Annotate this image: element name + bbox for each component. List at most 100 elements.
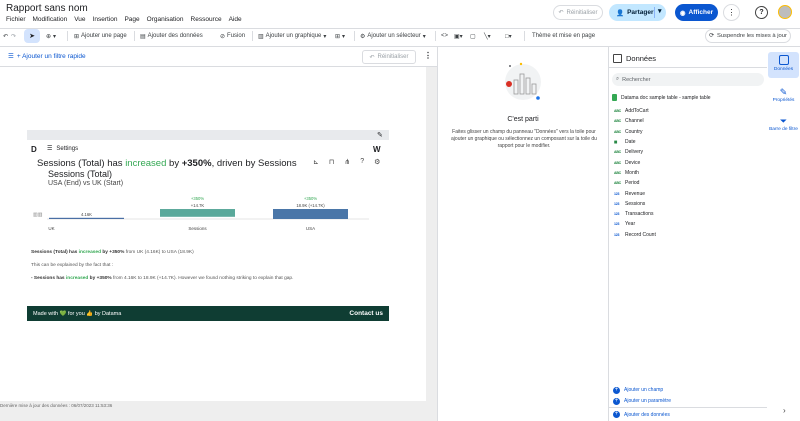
hierarchy-icon[interactable]: ⋔	[344, 158, 350, 166]
data-search-input[interactable]: ⌕ Rechercher	[612, 73, 764, 86]
field-item[interactable]: 123 Year	[614, 219, 656, 229]
filter-icon: ⏷	[779, 116, 788, 126]
add-filter-button[interactable]: ☰ + Ajouter un filtre rapide	[8, 52, 86, 61]
shape-icon[interactable]: □▾	[505, 28, 512, 44]
eye-icon: ◉	[679, 9, 686, 17]
select-tool-button[interactable]: ➤	[24, 29, 40, 43]
widget-header[interactable]	[27, 130, 389, 140]
sheets-icon	[612, 94, 617, 101]
theme-button[interactable]: Thème et mise en page	[532, 28, 595, 44]
field-item[interactable]: ABC Channel	[614, 116, 656, 126]
widget-subtitle: Sessions (Total)	[48, 169, 113, 179]
number-type-icon: 123	[614, 232, 620, 237]
sidebar-tab-data[interactable]: Données	[768, 52, 799, 78]
menu-insert[interactable]: Insertion	[93, 16, 118, 23]
settings-button[interactable]: ☰ Settings	[47, 145, 78, 153]
field-item[interactable]: 123 Transactions	[614, 209, 656, 219]
menu-edit[interactable]: Modification	[33, 16, 68, 23]
date-type-icon: ▦	[614, 140, 618, 145]
canvas-reset-button[interactable]: ↶ Réinitialiser	[362, 50, 416, 64]
sidebar-tab-properties[interactable]: ✎ Propriétés	[768, 85, 799, 109]
filter-icon: ☰	[8, 53, 14, 60]
percent-label: +350%	[191, 196, 204, 201]
undo-icon[interactable]: ↶	[3, 28, 8, 44]
more-options-icon[interactable]: ⋮	[424, 51, 432, 60]
avatar[interactable]	[778, 5, 792, 19]
text-type-icon: ABC	[614, 160, 621, 165]
help-icon[interactable]: ?	[755, 6, 768, 19]
menu-page[interactable]: Page	[124, 16, 139, 23]
bar-usa	[273, 209, 348, 219]
funnel-icon[interactable]: ⊓	[329, 158, 334, 166]
field-item[interactable]: ABC Device	[614, 157, 656, 167]
blend-button[interactable]: ⊘ Fusion	[220, 28, 245, 44]
gear-icon[interactable]: ⚙	[374, 158, 380, 166]
field-item[interactable]: ABC Month	[614, 168, 656, 178]
field-item[interactable]: 123 Record Count	[614, 230, 656, 240]
plus-icon: +	[613, 397, 620, 405]
field-item[interactable]: ABC Delivery	[614, 147, 656, 157]
image-icon[interactable]: ▣▾	[454, 28, 463, 44]
add-chart-button[interactable]: ▥ Ajouter un graphique ▾	[258, 28, 326, 44]
menu-help[interactable]: Aide	[229, 16, 242, 23]
field-item[interactable]: ▦ Date	[614, 137, 656, 147]
bar-uk	[49, 217, 124, 219]
sidebar-tab-filter-bar[interactable]: ⏷ Barre de filtre	[768, 114, 799, 140]
view-button[interactable]: ◉ Afficher	[675, 4, 718, 21]
line-icon[interactable]: ╲▾	[484, 28, 491, 44]
chart-type-icon[interactable]: ⊾	[313, 158, 319, 166]
zoom-button[interactable]: ⊕ ▾	[46, 28, 56, 44]
field-item[interactable]: ABC AddToCart	[614, 106, 656, 116]
help-icon[interactable]: ?	[360, 158, 364, 166]
edit-icon[interactable]: ✎	[377, 131, 383, 139]
explanation-detail: - Sessions has increased by +350% from 4…	[31, 276, 294, 281]
data-source[interactable]: Datama doc sample table - sample table	[612, 94, 711, 101]
datama-logo: D	[31, 145, 37, 154]
grid-plus-icon: ⊞	[335, 33, 341, 40]
chart-icon: ▥	[258, 33, 264, 40]
field-item[interactable]: ABC Period	[614, 178, 656, 188]
add-control-button[interactable]: ⚙ Ajouter un sélecteur ▾	[360, 28, 426, 44]
text-icon[interactable]: ▢	[470, 28, 476, 44]
explanation-intro: This can be explained by the fact that :	[31, 263, 114, 268]
field-item[interactable]: 123 Revenue	[614, 188, 656, 198]
field-item[interactable]: 123 Sessions	[614, 199, 656, 209]
redo-icon[interactable]: ↷	[11, 28, 16, 44]
data-table-icon	[778, 55, 789, 65]
menu-view[interactable]: Vue	[74, 16, 85, 23]
menu-file[interactable]: Fichier	[6, 16, 26, 23]
reset-button[interactable]: ↶ Réinitialiser	[553, 5, 603, 20]
pencil-icon: ✎	[779, 87, 788, 97]
add-data-button[interactable]: ▤ Ajouter des données	[140, 28, 203, 44]
data-label: +14.7K	[191, 203, 205, 208]
menu-resource[interactable]: Ressource	[191, 16, 222, 23]
more-options-button[interactable]: ⋮	[723, 4, 740, 21]
report-title[interactable]: Rapport sans nom	[6, 3, 88, 14]
suspend-updates-button[interactable]: ⟳ Suspendre les mises à jour	[705, 29, 791, 43]
chevron-down-icon: ▾	[422, 33, 426, 40]
text-type-icon: ABC	[614, 181, 621, 186]
data-panel-icon	[613, 54, 622, 63]
add-data-source-button[interactable]: + Ajouter des données	[613, 411, 670, 418]
embed-code-icon[interactable]: <>	[441, 28, 448, 44]
widget-icons: ⊾ ⊓ ⋔ ? ⚙	[313, 158, 380, 166]
last-update-text: Dernière mise à jour des données : 06/07…	[0, 403, 113, 408]
menu-arrange[interactable]: Organisation	[147, 16, 184, 23]
add-parameter-button[interactable]: + Ajouter un paramètre	[613, 397, 671, 405]
add-field-button[interactable]: + Ajouter un champ	[613, 386, 671, 394]
data-panel-actions: + Ajouter un champ + Ajouter un paramètre	[613, 386, 671, 405]
cursor-icon: ➤	[29, 33, 35, 40]
search-icon: ⌕	[616, 76, 620, 82]
community-viz-button[interactable]: ⊞ ▾	[335, 28, 345, 44]
get-started-title: C'est parti	[507, 116, 539, 123]
share-button[interactable]: 👤 Partager ▾	[609, 4, 666, 21]
number-type-icon: 123	[614, 212, 620, 217]
text-type-icon: ABC	[614, 150, 621, 155]
plus-icon: +	[613, 386, 620, 394]
contact-us-link[interactable]: Contact us	[349, 310, 383, 317]
add-page-button[interactable]: ⊞ Ajouter une page	[74, 28, 127, 44]
field-item[interactable]: ABC Country	[614, 127, 656, 137]
chevron-right-icon[interactable]: ›	[783, 406, 786, 415]
reset-icon: ↶	[558, 10, 564, 16]
share-dropdown-icon[interactable]: ▾	[658, 7, 662, 15]
